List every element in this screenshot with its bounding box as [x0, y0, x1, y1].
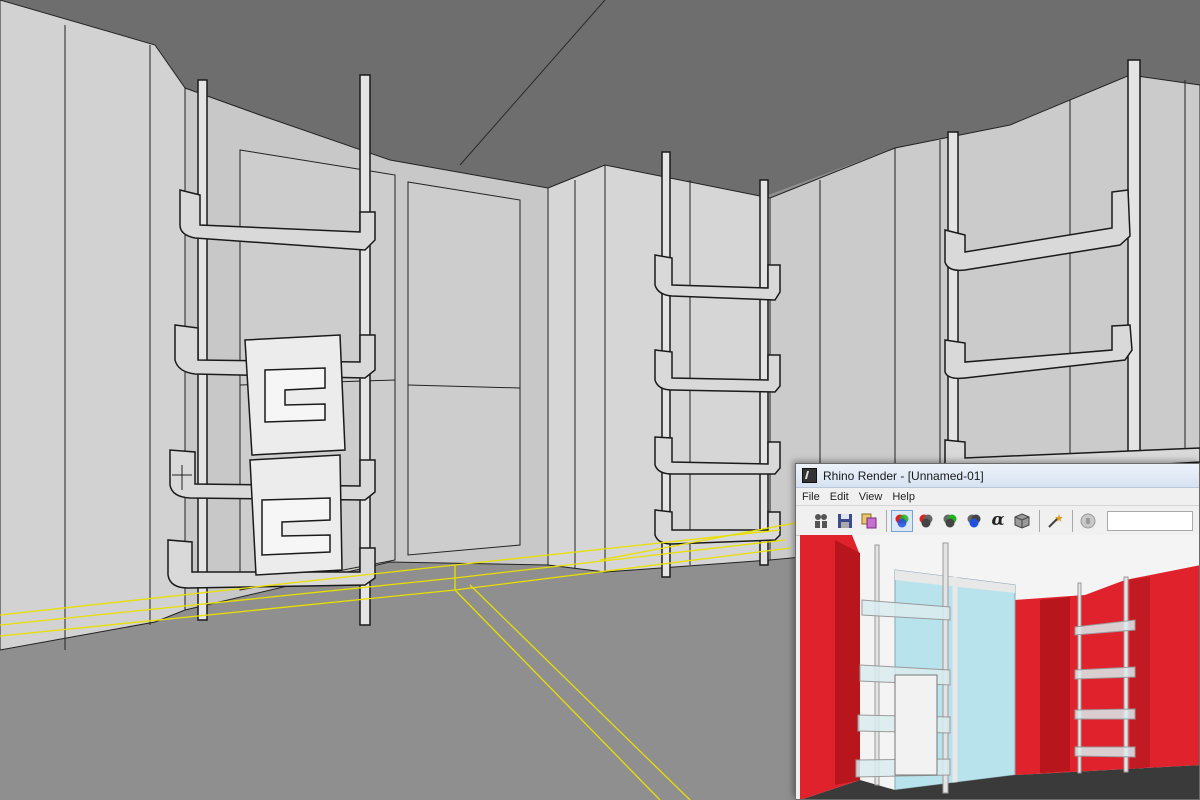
render-wall-left-shade	[835, 540, 860, 785]
render-window-titlebar[interactable]: Rhino Render - [Unnamed-01]	[796, 464, 1199, 488]
render-menubar: File Edit View Help	[796, 488, 1199, 506]
rgb-channels-icon	[895, 514, 909, 527]
render-toolbar: α	[796, 506, 1199, 536]
door-right	[407, 181, 521, 556]
alpha-channel-button[interactable]: α	[987, 510, 1009, 532]
render-icon	[815, 513, 827, 528]
toolbar-separator	[1039, 509, 1040, 532]
red-channel-button[interactable]	[915, 510, 937, 532]
red-channel-icon	[919, 514, 933, 527]
menu-help[interactable]: Help	[892, 491, 915, 503]
blue-channel-icon	[967, 514, 981, 527]
toolbar-separator	[1072, 509, 1073, 532]
save-icon	[838, 513, 852, 528]
render-button[interactable]	[810, 510, 832, 532]
alpha-channel-icon: α	[991, 510, 1005, 530]
render-window-title: Rhino Render - [Unnamed-01]	[823, 468, 984, 483]
menu-edit[interactable]: Edit	[830, 491, 849, 503]
menu-file[interactable]: File	[802, 491, 820, 503]
3d-view-icon	[1014, 512, 1030, 529]
save-button[interactable]	[834, 510, 856, 532]
menu-view[interactable]: View	[859, 491, 883, 503]
render-wall-right-shade	[1040, 597, 1070, 773]
green-channel-icon	[943, 514, 957, 527]
copy-image-icon	[861, 513, 877, 528]
render-canvas	[800, 535, 1199, 799]
render-progress-field	[1107, 510, 1193, 531]
render-window[interactable]: Rhino Render - [Unnamed-01] File Edit Vi…	[795, 463, 1200, 800]
wall-panel-left	[0, 0, 186, 651]
3d-view-button[interactable]	[1011, 510, 1033, 532]
post-effects-wand-icon	[1048, 513, 1063, 528]
stop-render-button[interactable]	[1077, 510, 1099, 532]
blue-channel-button[interactable]	[963, 510, 985, 532]
stop-render-icon	[1080, 513, 1096, 528]
copy-image-button[interactable]	[858, 510, 880, 532]
green-channel-button[interactable]	[939, 510, 961, 532]
rhino-app-icon	[802, 468, 817, 483]
toolbar-separator	[886, 509, 887, 532]
rendered-image	[800, 535, 1199, 799]
rgb-channels-button[interactable]	[891, 509, 913, 532]
post-effects-button[interactable]	[1044, 510, 1066, 532]
